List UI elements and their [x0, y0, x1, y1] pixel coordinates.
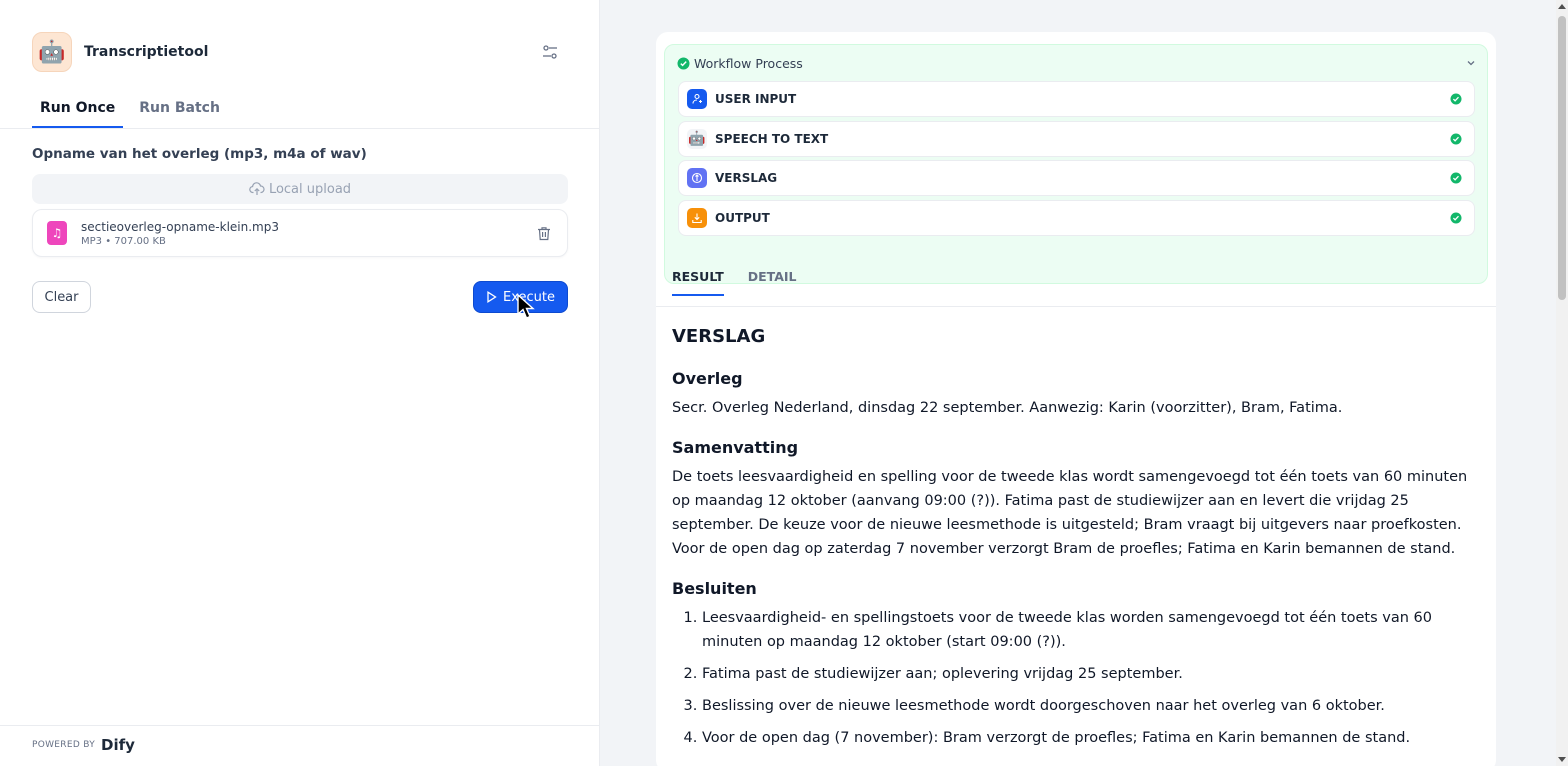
check-circle-icon	[677, 57, 690, 69]
result-divider	[656, 306, 1496, 307]
clear-button[interactable]: Clear	[32, 281, 91, 313]
workflow-node-label: SPEECH TO TEXT	[715, 132, 829, 146]
run-mode-tabs: Run Once Run Batch	[32, 90, 236, 128]
workflow-node-user-input[interactable]: USER INPUT	[678, 81, 1475, 117]
check-circle-icon	[1450, 133, 1462, 145]
workflow-node-verslag[interactable]: VERSLAG	[678, 160, 1475, 196]
overleg-heading: Overleg	[672, 369, 743, 388]
besluiten-heading: Besluiten	[672, 579, 757, 598]
settings-icon[interactable]	[538, 40, 562, 64]
powered-by: POWERED BY Dify	[32, 736, 135, 754]
overleg-text: Secr. Overleg Nederland, dinsdag 22 sept…	[672, 400, 1343, 416]
llm-icon	[687, 168, 707, 188]
workflow-node-label: VERSLAG	[715, 171, 778, 185]
list-item: Leesvaardigheid- en spellingstoets voor …	[702, 606, 1480, 654]
run-panel: 🤖 Transcriptietool Run Once Run Batch Op…	[0, 0, 600, 766]
workflow-header[interactable]: Workflow Process	[677, 54, 1477, 72]
local-upload-label: Local upload	[268, 181, 352, 197]
scroll-down-icon[interactable]	[1558, 757, 1566, 762]
uploaded-file: ♫ sectieoverleg-opname-klein.mp3 MP3 • 7…	[32, 209, 568, 257]
check-circle-icon	[1450, 93, 1462, 105]
dify-logo: Dify	[101, 736, 135, 754]
workflow-node-label: USER INPUT	[715, 92, 797, 106]
cloud-upload-icon	[249, 182, 265, 195]
scrollbar[interactable]	[1556, 0, 1568, 766]
file-info: MP3 • 707.00 KB	[81, 235, 166, 247]
scroll-thumb[interactable]	[1558, 16, 1566, 300]
workflow-node-output[interactable]: OUTPUT	[678, 200, 1475, 236]
robot-icon: 🤖	[687, 129, 707, 149]
mouse-cursor-icon	[517, 294, 535, 319]
check-circle-icon	[1450, 212, 1462, 224]
file-meta: sectieoverleg-opname-klein.mp3 MP3 • 707…	[81, 220, 279, 247]
tab-result[interactable]: RESULT	[672, 262, 724, 296]
besluiten-list: Leesvaardigheid- en spellingstoets voor …	[672, 606, 1480, 750]
result-document: VERSLAG Overleg Secr. Overleg Nederland,…	[672, 322, 1480, 758]
workflow-process: Workflow Process USER INPUT 🤖 SPEECH TO …	[664, 44, 1488, 284]
scroll-up-icon[interactable]	[1558, 4, 1566, 9]
tab-run-batch[interactable]: Run Batch	[131, 90, 228, 128]
tabs-divider	[0, 128, 600, 129]
document-title: VERSLAG	[672, 326, 766, 347]
check-circle-icon	[1450, 172, 1462, 184]
result-panel: Workflow Process USER INPUT 🤖 SPEECH TO …	[600, 0, 1568, 766]
samenvatting-heading: Samenvatting	[672, 438, 799, 457]
robot-icon: 🤖	[32, 32, 72, 72]
result-tabs: RESULT DETAIL	[672, 262, 821, 296]
result-card: Workflow Process USER INPUT 🤖 SPEECH TO …	[656, 32, 1496, 766]
footer-divider	[0, 725, 600, 726]
samenvatting-text: De toets leesvaardigheid en spelling voo…	[672, 469, 1468, 557]
list-item: Fatima past de studiewijzer aan; oplever…	[702, 662, 1480, 686]
trash-icon[interactable]	[537, 226, 551, 241]
file-name: sectieoverleg-opname-klein.mp3	[81, 219, 279, 234]
list-item: Voor de open dag (7 november): Bram verz…	[702, 726, 1480, 750]
workflow-node-label: OUTPUT	[715, 211, 770, 225]
app-header: 🤖 Transcriptietool	[32, 32, 568, 72]
chevron-down-icon[interactable]	[1465, 57, 1477, 69]
audio-file-icon: ♫	[47, 221, 67, 245]
app-title: Transcriptietool	[84, 44, 209, 60]
workflow-node-speech-to-text[interactable]: 🤖 SPEECH TO TEXT	[678, 121, 1475, 157]
workflow-title: Workflow Process	[694, 55, 803, 71]
output-icon	[687, 208, 707, 228]
powered-by-text: POWERED BY	[32, 740, 96, 750]
list-item: Beslissing over de nieuwe leesmethode wo…	[702, 694, 1480, 718]
user-input-icon	[687, 89, 707, 109]
audio-field-label: Opname van het overleg (mp3, m4a of wav)	[32, 146, 367, 162]
local-upload-button[interactable]: Local upload	[32, 174, 568, 204]
tab-detail[interactable]: DETAIL	[748, 262, 797, 296]
play-icon	[487, 291, 497, 303]
tab-run-once[interactable]: Run Once	[32, 90, 124, 128]
